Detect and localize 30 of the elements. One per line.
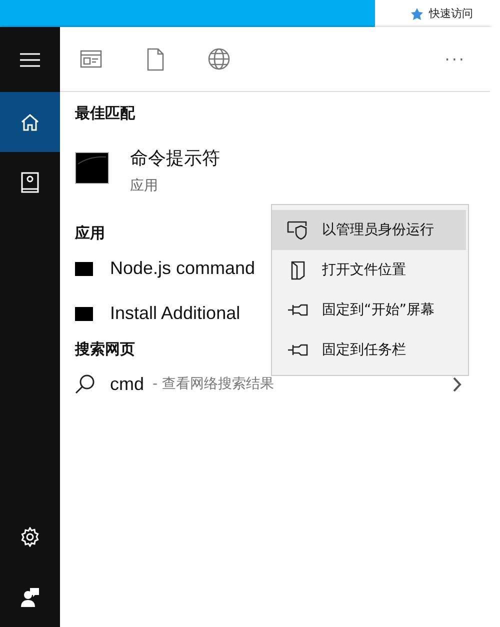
terminal-icon (75, 262, 93, 276)
app-window-icon (80, 50, 102, 68)
menu-icon (20, 52, 40, 66)
section-heading: 搜索网页 (75, 339, 135, 360)
shield-icon (286, 220, 308, 240)
pin-icon (286, 302, 308, 318)
more-button[interactable]: ··· (444, 50, 466, 68)
menu-item[interactable]: 以管理员身份运行 (272, 210, 466, 250)
quick-access-label[interactable]: 快速访问 (429, 6, 473, 21)
feedback-icon (20, 587, 40, 607)
pin-icon (286, 342, 308, 358)
globe-icon (208, 48, 230, 70)
chevron-icon (453, 376, 462, 392)
star-icon (409, 6, 425, 20)
settings-icon (20, 527, 40, 547)
app-title: 命令提示符 (130, 148, 220, 170)
document-icon (146, 48, 164, 70)
notebook-icon (21, 172, 39, 192)
terminal-icon (75, 152, 109, 184)
section-heading: 应用 (75, 223, 105, 244)
menu-item[interactable]: 打开文件位置 (272, 250, 466, 290)
search-icon (75, 374, 95, 394)
section-heading: 最佳匹配 (75, 103, 135, 124)
home-icon (20, 112, 40, 132)
app-item[interactable]: Node.js command (75, 246, 265, 291)
terminal-icon (75, 306, 93, 320)
app-type: 应用 (130, 177, 159, 195)
menu-item[interactable]: 固定到“开始”屏幕 (272, 290, 466, 330)
app-item[interactable]: Install Additional (75, 291, 265, 336)
folder-icon (290, 260, 304, 280)
